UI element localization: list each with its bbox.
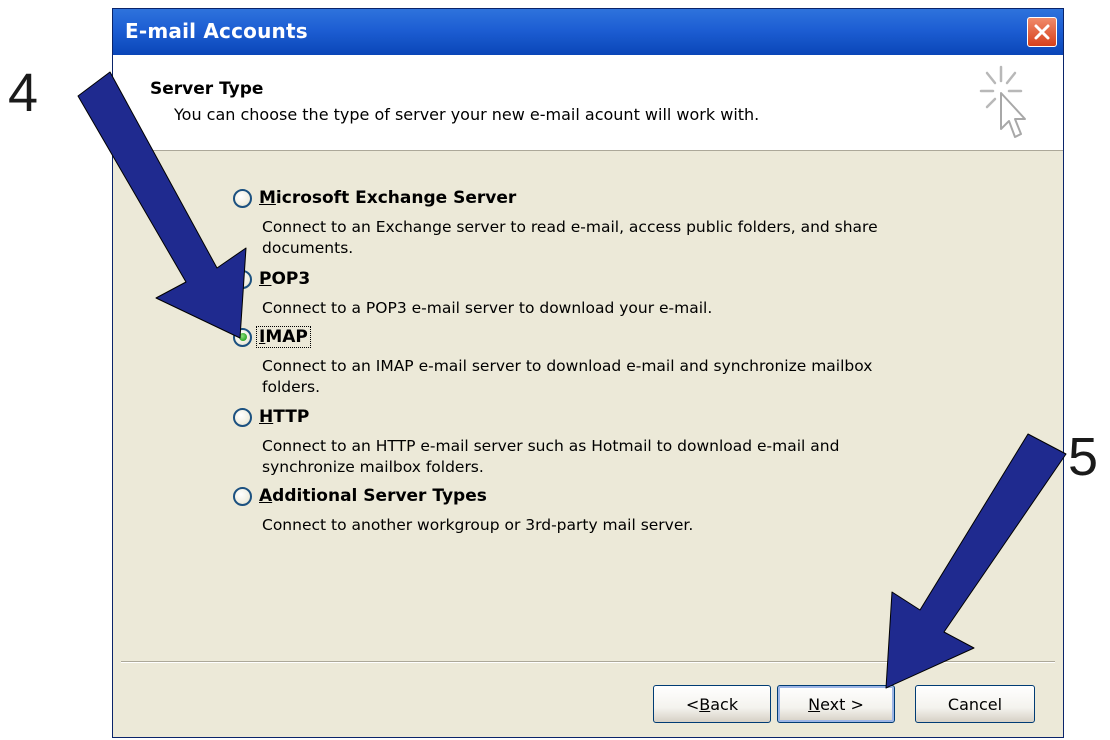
exchange-radio[interactable] — [233, 188, 252, 208]
wizard-header: Server Type You can choose the type of s… — [113, 55, 1063, 151]
selected-dot-icon — [238, 333, 247, 341]
pop3-label[interactable]: POP3 — [257, 269, 312, 289]
option-http: HTTP Connect to an HTTP e-mail server su… — [233, 404, 902, 478]
option-additional: Additional Server Types Connect to anoth… — [233, 483, 902, 536]
title-bar[interactable]: E-mail Accounts — [113, 9, 1063, 55]
email-accounts-dialog: E-mail Accounts Server Type You can choo… — [112, 8, 1064, 738]
additional-label[interactable]: Additional Server Types — [257, 486, 489, 506]
imap-description: Connect to an IMAP e-mail server to down… — [262, 357, 873, 396]
cancel-button[interactable]: Cancel — [915, 685, 1035, 723]
additional-radio[interactable] — [233, 486, 252, 506]
additional-description: Connect to another workgroup or 3rd-part… — [262, 516, 694, 534]
pop3-description: Connect to a POP3 e-mail server to downl… — [262, 299, 713, 317]
option-exchange: Microsoft Exchange Server Connect to an … — [233, 185, 902, 259]
option-pop3: POP3 Connect to a POP3 e-mail server to … — [233, 266, 902, 319]
http-label[interactable]: HTTP — [257, 407, 311, 427]
http-description: Connect to an HTTP e-mail server such as… — [262, 437, 840, 476]
next-button[interactable]: Next > — [777, 685, 895, 723]
step-4-number: 4 — [8, 63, 39, 123]
imap-radio[interactable] — [233, 327, 252, 347]
step-5-number: 5 — [1068, 427, 1099, 487]
server-type-options: Microsoft Exchange Server Connect to an … — [113, 151, 1063, 661]
screenshot-stage: E-mail Accounts Server Type You can choo… — [0, 0, 1110, 740]
http-radio[interactable] — [233, 407, 252, 427]
window-title: E-mail Accounts — [125, 19, 308, 43]
page-subtitle: You can choose the type of server your n… — [174, 105, 760, 124]
wizard-cursor-icon — [979, 65, 1026, 138]
pop3-radio[interactable] — [233, 269, 252, 289]
exchange-label[interactable]: Microsoft Exchange Server — [257, 188, 518, 208]
close-icon — [1034, 24, 1050, 40]
close-button[interactable] — [1027, 17, 1057, 47]
imap-label[interactable]: IMAP — [256, 326, 311, 348]
footer-divider — [121, 661, 1055, 663]
back-button[interactable]: < Back — [653, 685, 771, 723]
option-imap: IMAP Connect to an IMAP e-mail server to… — [233, 324, 902, 398]
page-title: Server Type — [150, 79, 264, 99]
exchange-description: Connect to an Exchange server to read e-… — [262, 218, 878, 257]
